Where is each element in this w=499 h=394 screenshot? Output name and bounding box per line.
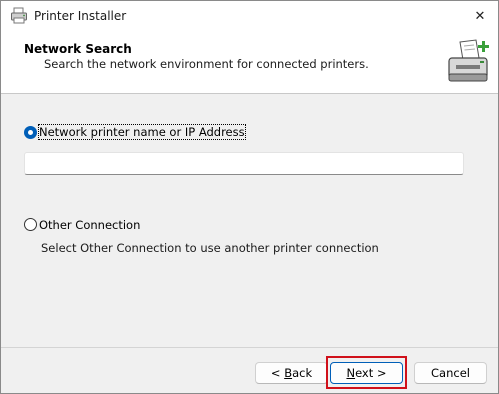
title-bar: Printer Installer ✕ (1, 1, 498, 32)
footer-divider (1, 347, 498, 348)
back-button[interactable]: < Back (255, 362, 328, 384)
printer-app-icon (10, 7, 28, 25)
window-title: Printer Installer (34, 9, 127, 23)
network-printer-radio[interactable] (24, 126, 37, 139)
cancel-button[interactable]: Cancel (414, 362, 487, 384)
back-button-prefix: < (270, 366, 285, 380)
back-button-rest: ack (292, 366, 313, 380)
network-printer-radio-label[interactable]: Network printer name or IP Address (38, 124, 246, 140)
printer-add-icon (446, 38, 492, 86)
close-button[interactable]: ✕ (468, 5, 492, 27)
printer-installer-window: Printer Installer ✕ Network Search Searc… (0, 0, 499, 394)
cancel-button-label: Cancel (431, 366, 470, 380)
close-icon: ✕ (474, 8, 486, 24)
wizard-header: Network Search Search the network enviro… (1, 32, 498, 94)
other-connection-radio[interactable] (24, 218, 37, 231)
ip-address-input[interactable] (24, 152, 464, 175)
back-button-accel: B (284, 366, 293, 380)
other-connection-radio-label[interactable]: Other Connection (39, 218, 140, 232)
page-subtitle: Search the network environment for conne… (44, 57, 369, 71)
page-title: Network Search (24, 42, 132, 56)
next-button-accel: N (346, 366, 356, 380)
next-button-rest: ext > (355, 366, 387, 380)
other-connection-description: Select Other Connection to use another p… (41, 241, 379, 255)
next-button[interactable]: Next > (330, 362, 403, 384)
